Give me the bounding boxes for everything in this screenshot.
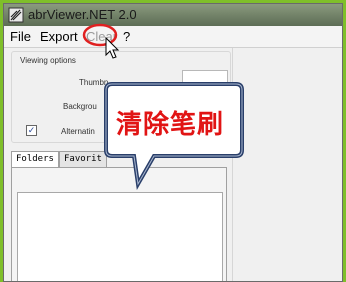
menu-help[interactable]: ? [123, 29, 130, 44]
folder-tree[interactable] [17, 192, 223, 281]
menu-file[interactable]: File [10, 29, 31, 44]
alternating-checkbox[interactable]: ✓ [26, 125, 37, 136]
window-title: abrViewer.NET 2.0 [28, 7, 137, 22]
viewing-options-title: Viewing options [20, 56, 76, 65]
menu-clear[interactable]: Clear [86, 29, 117, 44]
title-bar: abrViewer.NET 2.0 [4, 4, 342, 26]
tab-folders[interactable]: Folders [11, 151, 59, 167]
menu-export[interactable]: Export [40, 29, 78, 44]
brush-app-icon [8, 7, 24, 23]
callout-text: 清除笔刷 [115, 110, 224, 140]
menu-bar: File Export Clear ? [4, 26, 342, 48]
